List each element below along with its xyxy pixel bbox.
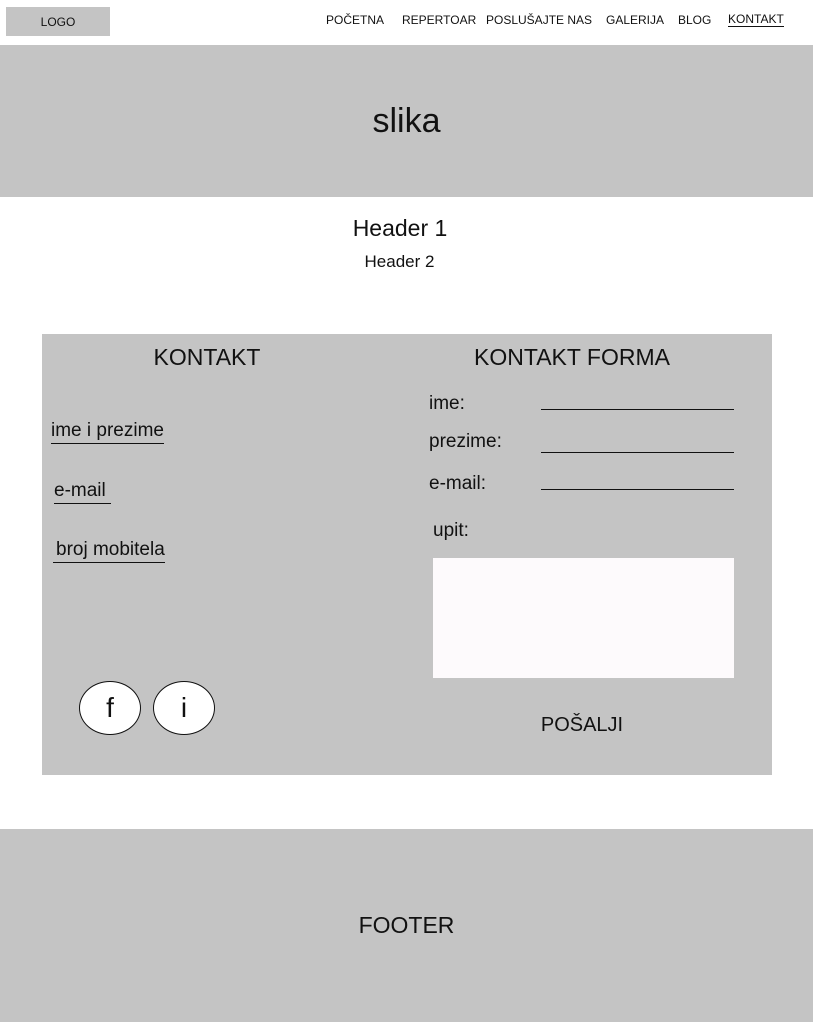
- logo[interactable]: LOGO: [6, 7, 110, 36]
- nav-item-repertoar[interactable]: REPERTOAR: [402, 13, 476, 27]
- contact-name: ime i prezime: [51, 420, 164, 444]
- nav-item-kontakt[interactable]: KONTAKT: [728, 13, 784, 27]
- surname-input[interactable]: [541, 439, 734, 453]
- contact-email[interactable]: e-mail: [54, 480, 111, 504]
- nav-item-blog[interactable]: BLOG: [678, 13, 711, 27]
- send-button[interactable]: POŠALJI: [532, 714, 632, 737]
- email-label: e-mail:: [429, 473, 487, 494]
- name-label: ime:: [429, 393, 465, 414]
- page-header-2: Header 2: [364, 252, 435, 271]
- footer: FOOTER: [0, 829, 813, 1022]
- instagram-icon[interactable]: i: [153, 681, 215, 735]
- nav-item-poslusajte-nas[interactable]: POSLUŠAJTE NAS: [486, 13, 592, 27]
- surname-label: prezime:: [429, 431, 502, 452]
- nav-item-pocetna[interactable]: POČETNA: [326, 13, 384, 27]
- instagram-icon-label: i: [180, 692, 188, 723]
- nav-item-galerija[interactable]: GALERIJA: [606, 13, 664, 27]
- hero-image-placeholder: slika: [0, 45, 813, 197]
- query-label: upit:: [433, 520, 469, 541]
- contact-title: KONTAKT: [153, 344, 261, 370]
- footer-label: FOOTER: [358, 912, 455, 938]
- contact-panel: KONTAKT ime i prezime e-mail broj mobite…: [42, 334, 772, 775]
- page-header-1: Header 1: [352, 215, 448, 241]
- contact-phone[interactable]: broj mobitela: [53, 539, 165, 563]
- facebook-icon-label: f: [106, 692, 114, 723]
- hero-label: slika: [372, 101, 441, 140]
- query-textarea[interactable]: [433, 558, 734, 678]
- contact-form-title: KONTAKT FORMA: [474, 344, 670, 370]
- facebook-icon[interactable]: f: [79, 681, 141, 735]
- name-input[interactable]: [541, 396, 734, 410]
- email-input[interactable]: [541, 476, 734, 490]
